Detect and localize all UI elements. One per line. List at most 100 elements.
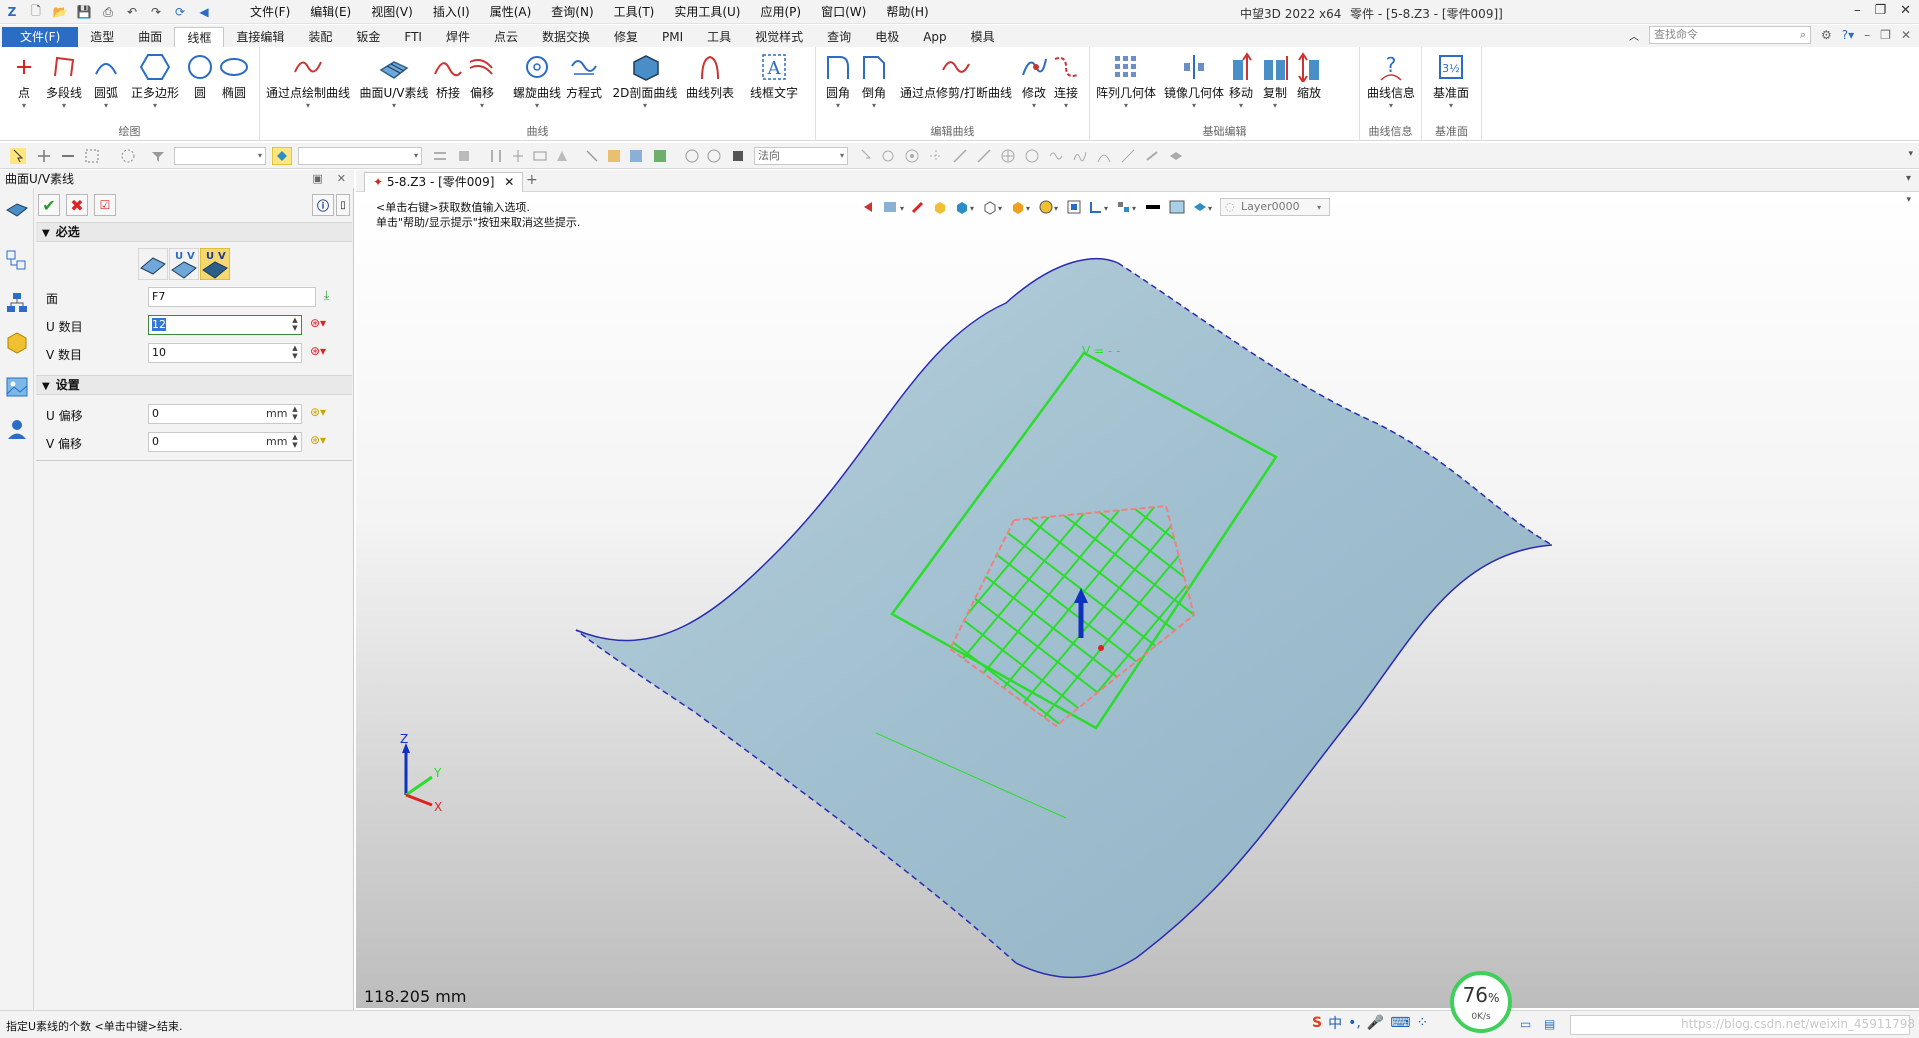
- mode-u-icon[interactable]: [138, 248, 168, 280]
- rebuild-icon[interactable]: ⟳: [172, 4, 188, 20]
- trim-break-curve-button[interactable]: 通过点修剪/打断曲线: [896, 51, 1016, 101]
- history-manager-icon[interactable]: [4, 194, 30, 220]
- ime-chinese-icon[interactable]: 中: [1328, 1013, 1342, 1033]
- face-pick-icon[interactable]: ⤓: [324, 288, 348, 306]
- monitor-icon[interactable]: ▭: [1520, 1017, 1531, 1031]
- toolbar-icon-y[interactable]: [1120, 148, 1136, 164]
- v-offset-variable-icon[interactable]: ⊛▾: [310, 433, 334, 451]
- ime-apps-icon[interactable]: ⁘: [1416, 1015, 1428, 1031]
- toolbar-icon-j[interactable]: [652, 148, 668, 164]
- u-count-field[interactable]: 12: [148, 315, 302, 335]
- tab-electrode[interactable]: 电极: [863, 27, 911, 47]
- toolbar-icon-m[interactable]: [730, 148, 746, 164]
- toolbar-icon-b[interactable]: [456, 148, 472, 164]
- toolbar-icon-n[interactable]: [858, 148, 874, 164]
- tab-pmi[interactable]: PMI: [650, 27, 695, 47]
- tab-sheet-metal[interactable]: 钣金: [344, 27, 392, 47]
- menu-window[interactable]: 窗口(W): [811, 4, 876, 20]
- cancel-button[interactable]: ✖: [66, 194, 88, 216]
- pin-icon[interactable]: ▣: [312, 172, 322, 185]
- help-icon[interactable]: ?▾: [1842, 28, 1854, 42]
- restore-icon[interactable]: ❐: [1874, 3, 1886, 18]
- document-tab-close-icon[interactable]: ✕: [504, 175, 514, 189]
- toolbar-icon-t[interactable]: [1000, 148, 1016, 164]
- arc-button[interactable]: 圆弧 ▾: [82, 51, 130, 111]
- v-count-field[interactable]: 10: [148, 343, 302, 363]
- toolbar-icon-u[interactable]: [1024, 148, 1040, 164]
- curve-list-button[interactable]: 曲线列表: [682, 51, 738, 101]
- equation-button[interactable]: 方程式: [560, 51, 608, 101]
- toolbar-icon-c[interactable]: [488, 148, 504, 164]
- tree-icon[interactable]: [4, 290, 30, 316]
- u-count-spinner-icon[interactable]: ▲ ▼: [290, 316, 300, 334]
- toolbar-icon-l[interactable]: [706, 148, 722, 164]
- tab-direct-edit[interactable]: 直接编辑: [224, 27, 296, 47]
- menu-query[interactable]: 查询(N): [541, 4, 603, 20]
- toolbar-icon-a[interactable]: [432, 148, 448, 164]
- toolbar-icon-s[interactable]: [976, 148, 992, 164]
- tab-wireframe[interactable]: 线框: [174, 27, 225, 47]
- app-logo-icon[interactable]: Z: [4, 4, 20, 20]
- toolbar-icon-p[interactable]: [904, 148, 920, 164]
- settings-icon[interactable]: ⚙: [1821, 28, 1832, 42]
- menu-tools[interactable]: 工具(T): [604, 4, 665, 20]
- toolbar-icon-i[interactable]: [628, 148, 644, 164]
- ellipse-button[interactable]: 椭圆: [210, 51, 258, 101]
- tab-point-cloud[interactable]: 点云: [482, 27, 530, 47]
- tab-weldment[interactable]: 焊件: [434, 27, 482, 47]
- pick-filter-icon[interactable]: [36, 148, 52, 164]
- datum-plane-button[interactable]: 3½ 基准面 ▾: [1422, 51, 1480, 111]
- apply-button[interactable]: ☑: [94, 194, 116, 216]
- menu-utilities[interactable]: 实用工具(U): [664, 4, 750, 20]
- box-select-icon[interactable]: [84, 148, 100, 164]
- ribbon-restore-icon[interactable]: ❐: [1880, 28, 1891, 42]
- polyline-button[interactable]: 多段线 ▾: [40, 51, 88, 111]
- collapse-ribbon-icon[interactable]: ︿: [1629, 28, 1639, 43]
- new-file-icon[interactable]: 🗋: [28, 4, 44, 20]
- user-icon[interactable]: [4, 416, 30, 442]
- toolbar-icon-k[interactable]: [684, 148, 700, 164]
- direction-combo[interactable]: 法向 ▾: [754, 147, 848, 165]
- join-button[interactable]: 连接 ▾: [1046, 51, 1086, 111]
- curve-info-button[interactable]: ? 曲线信息 ▾: [1362, 51, 1420, 111]
- v-offset-spinner-icon[interactable]: ▲ ▼: [290, 433, 300, 451]
- pick-mode-icon[interactable]: [272, 147, 292, 165]
- toolbar-icon-e[interactable]: [532, 148, 548, 164]
- print-icon[interactable]: ⎙: [100, 4, 116, 20]
- 2d-section-curve-button[interactable]: 2D剖面曲线 ▾: [612, 51, 678, 111]
- tab-fti[interactable]: FTI: [392, 27, 434, 47]
- lasso-icon[interactable]: [120, 148, 136, 164]
- ime-logo-icon[interactable]: S: [1312, 1015, 1322, 1031]
- toolbar-icon-aa[interactable]: [1168, 148, 1184, 164]
- select-arrow-icon[interactable]: [10, 148, 26, 164]
- tab-mold[interactable]: 模具: [959, 27, 1007, 47]
- menu-attribute[interactable]: 属性(A): [480, 4, 542, 20]
- toolbar-icon-f[interactable]: [554, 148, 570, 164]
- model-geometry[interactable]: V = - -: [356, 193, 1919, 1008]
- redo-icon[interactable]: ↷: [148, 4, 164, 20]
- pattern-geometry-button[interactable]: 阵列几何体 ▾: [1094, 51, 1158, 111]
- tab-visual-style[interactable]: 视觉样式: [743, 27, 815, 47]
- v-count-variable-icon[interactable]: ⊛▾: [310, 344, 334, 362]
- toolbar-icon-o[interactable]: [880, 148, 896, 164]
- toolbar-icon-x[interactable]: [1096, 148, 1112, 164]
- menu-view[interactable]: 视图(V): [361, 4, 423, 20]
- confirm-button[interactable]: ✔: [38, 194, 60, 216]
- command-search-input[interactable]: 查找命令 ⌕: [1649, 26, 1811, 44]
- tab-surface[interactable]: 曲面: [126, 27, 174, 47]
- window-icon[interactable]: ▤: [1544, 1017, 1555, 1031]
- mode-uv-both-icon[interactable]: UV: [200, 248, 230, 280]
- scale-button[interactable]: 缩放: [1286, 51, 1332, 101]
- surface-face[interactable]: [576, 258, 1552, 978]
- toolbar-icon-q[interactable]: [928, 148, 944, 164]
- menu-apps[interactable]: 应用(P): [751, 4, 812, 20]
- chamfer-button[interactable]: 倒角 ▾: [854, 51, 894, 111]
- document-tab[interactable]: ✦ 5-8.Z3 - [零件009] ✕: [364, 172, 524, 192]
- menu-help[interactable]: 帮助(H): [876, 4, 938, 20]
- toolbar-icon-v[interactable]: [1048, 148, 1064, 164]
- surface-uv-curve-button[interactable]: 曲面U/V素线 ▾: [358, 51, 430, 111]
- ime-keyboard-icon[interactable]: ⌨: [1390, 1015, 1410, 1031]
- menu-file[interactable]: 文件(F): [240, 4, 300, 20]
- panel-close-icon[interactable]: ✕: [337, 172, 346, 185]
- mirror-geometry-button[interactable]: 镜像几何体 ▾: [1162, 51, 1226, 111]
